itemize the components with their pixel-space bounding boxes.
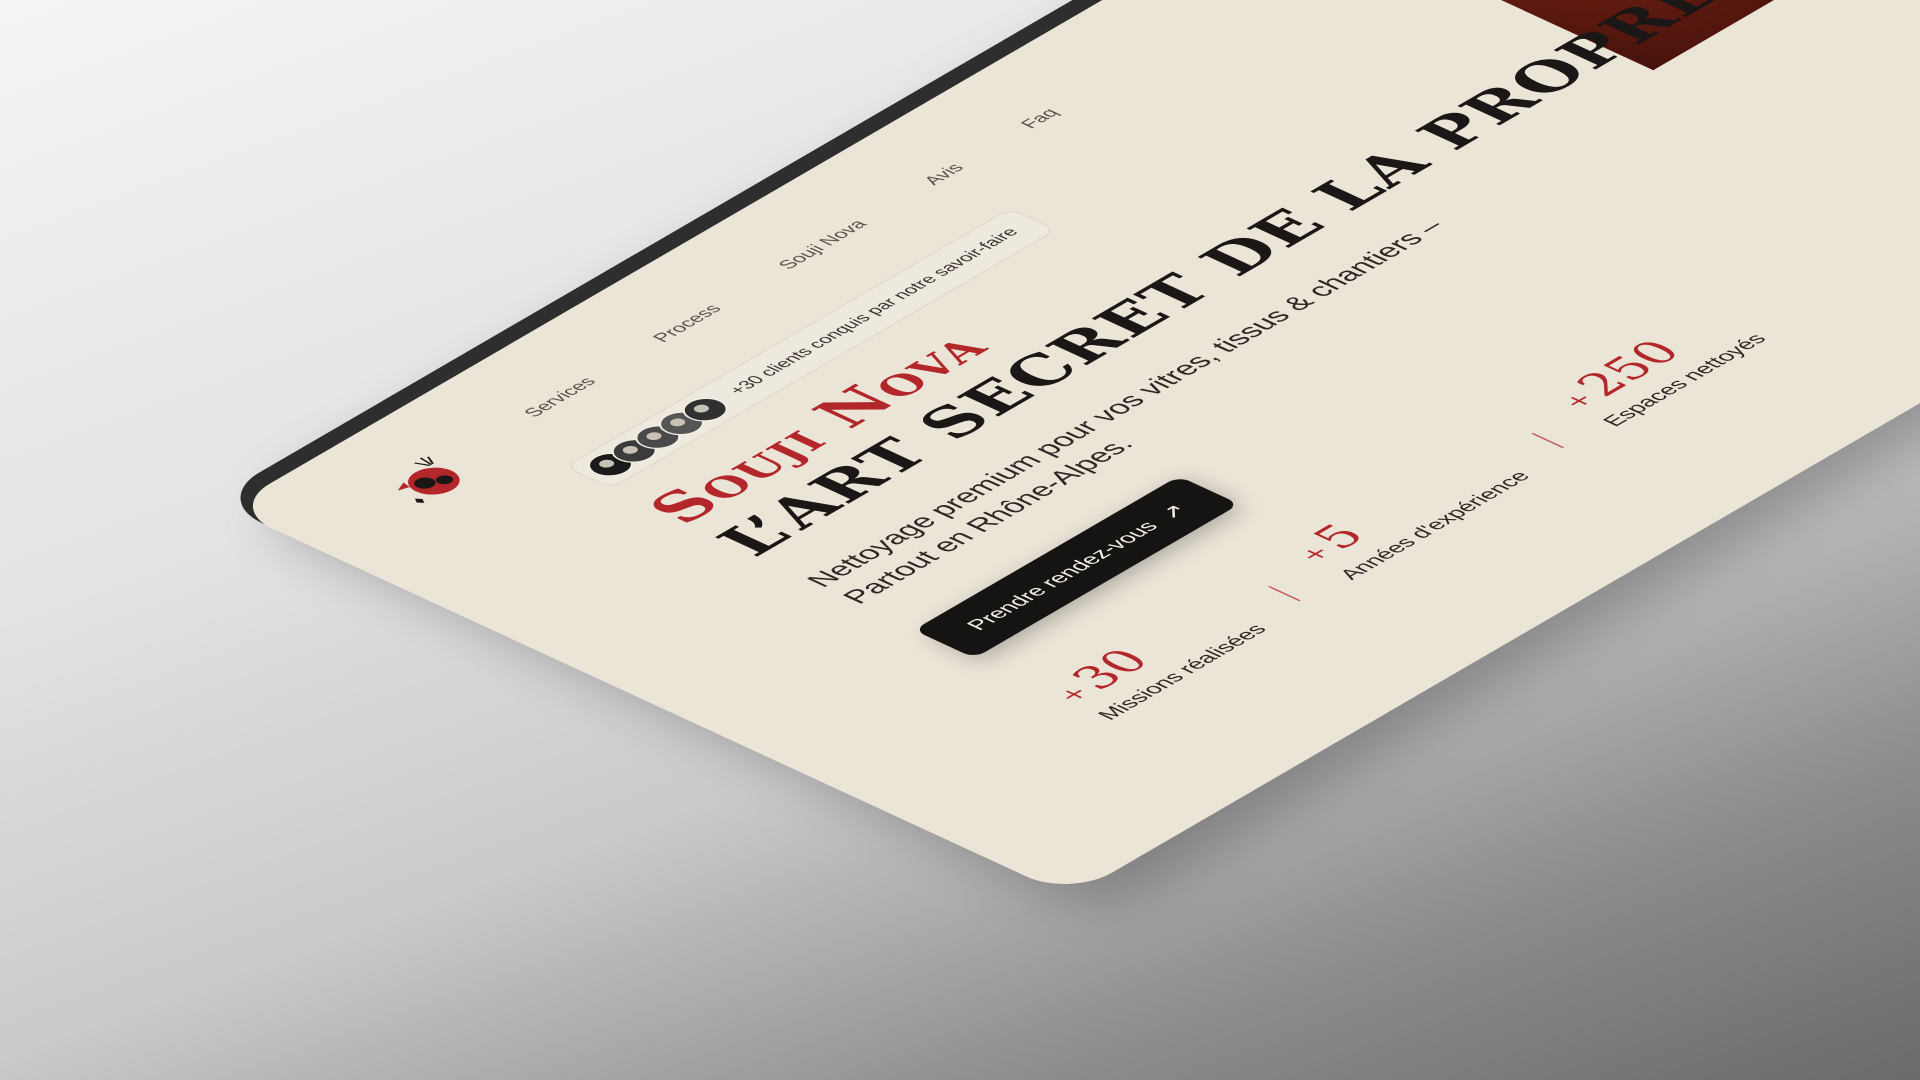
stat-years: +5 Années d'expérience [1280,443,1536,583]
website-screen: Services Process Souji Nova Avis Faq +30… [228,0,1920,897]
stat-divider [1531,432,1565,448]
nav-process[interactable]: Process [648,302,727,346]
stat-divider [1268,585,1301,602]
souji-nova-logo[interactable] [364,447,493,515]
stat-missions: +30 Missions réalisées [1038,596,1272,723]
nav-souji-nova[interactable]: Souji Nova [773,217,872,272]
arrow-right-icon: ↗ [1151,500,1194,523]
nav-faq[interactable]: Faq [1015,106,1063,132]
nav-services[interactable]: Services [519,374,602,420]
stat-spaces: +250 Espaces nettoyés [1543,306,1772,430]
nav-avis[interactable]: Avis [918,161,969,188]
scene: Services Process Souji Nova Avis Faq +30… [0,0,1920,1080]
hero-headline: L’ART SECRET DE LA PROPRETÉ [701,0,1826,565]
